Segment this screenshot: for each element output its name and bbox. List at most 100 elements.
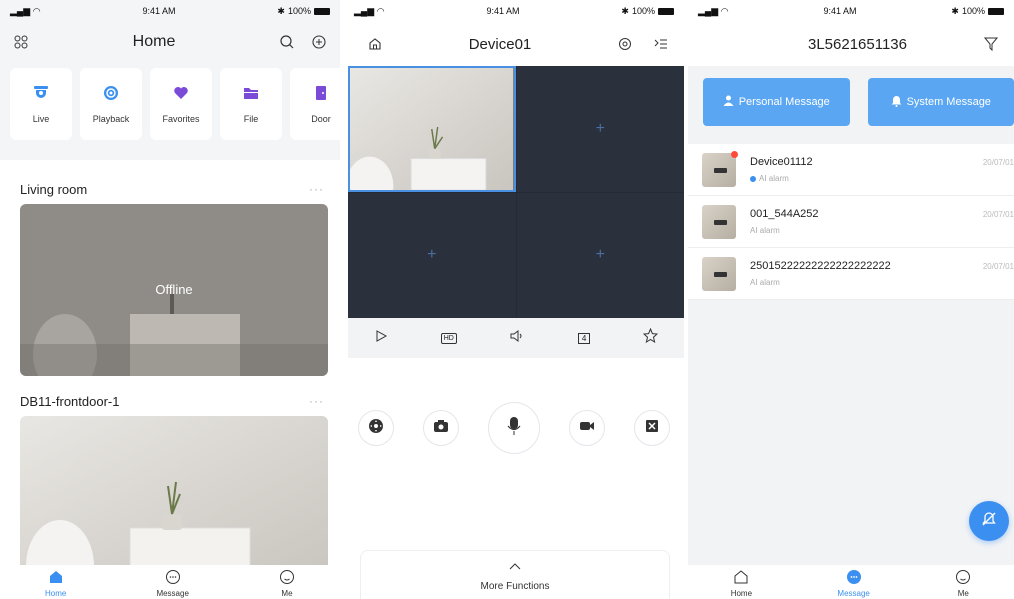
signal-icon: ▂▄▆ ◠: [10, 5, 41, 16]
video-cell-2[interactable]: +: [516, 66, 684, 192]
signal-icon: ▂▄▆ ◠: [698, 5, 729, 16]
playback-controls: HD 4: [348, 318, 684, 358]
home-header: Home: [0, 22, 340, 62]
battery-icon: [314, 7, 330, 15]
video-cell-1[interactable]: [348, 66, 516, 192]
message-icon: [165, 569, 181, 587]
bluetooth-icon: ✱: [277, 5, 285, 16]
bluetooth-icon: ✱: [951, 5, 959, 16]
device-list-icon[interactable]: [654, 37, 668, 51]
message-body: Personal Message System Message Device01…: [688, 66, 1014, 565]
tab-me[interactable]: Me: [279, 569, 295, 598]
list-item[interactable]: 25015222222222222222222 AI alarm 20/07/0…: [688, 248, 1014, 300]
offline-label: Offline: [155, 282, 193, 297]
talk-button[interactable]: [488, 402, 540, 454]
fullscreen-icon: [644, 418, 660, 439]
tab-message[interactable]: Message: [837, 569, 870, 598]
add-channel-icon[interactable]: +: [596, 246, 605, 264]
filter-icon[interactable]: [984, 37, 998, 51]
more-functions-label: More Functions: [480, 581, 550, 592]
person-icon: [723, 95, 734, 109]
record-button[interactable]: [569, 410, 605, 446]
quick-actions: Live Playback Favorites File Door: [0, 62, 340, 160]
quick-door[interactable]: Door: [290, 68, 340, 140]
tab-message[interactable]: Message: [156, 569, 189, 598]
hd-icon[interactable]: HD: [440, 332, 457, 344]
microphone-icon: [507, 416, 521, 441]
quick-playback[interactable]: Playback: [80, 68, 142, 140]
camera-preview-frontdoor[interactable]: [20, 416, 328, 576]
home-screen: ▂▄▆ ◠ 9:41 AM ✱100% Home Live Playback: [0, 0, 340, 599]
me-icon: [955, 569, 971, 587]
group-header-frontdoor: DB11-frontdoor-1 ···: [20, 393, 324, 409]
message-screen: ▂▄▆ ◠ 9:41 AM ✱ 100% 3L5621651136 Persona…: [688, 0, 1014, 599]
bell-off-icon: [981, 511, 997, 532]
search-icon[interactable]: [280, 35, 294, 49]
more-icon[interactable]: ···: [309, 182, 324, 196]
tab-home[interactable]: Home: [731, 569, 752, 598]
door-icon: [313, 85, 329, 106]
signal-icon: ▂▄▆ ◠: [354, 5, 385, 16]
account-title: 3L5621651136: [808, 35, 907, 53]
video-cell-3[interactable]: +: [348, 192, 516, 318]
battery-text: 100%: [287, 6, 311, 16]
ptz-icon: [368, 418, 384, 439]
status-bar: ▂▄▆ ◠ 9:41 AM ✱ 100%: [688, 0, 1014, 22]
star-icon[interactable]: [642, 327, 658, 348]
live-header: Device01: [344, 22, 684, 66]
add-channel-icon[interactable]: +: [427, 246, 436, 264]
camera-snapshot: [20, 416, 328, 576]
alarm-icon: [750, 175, 756, 182]
snapshot-button[interactable]: [423, 410, 459, 446]
ptz-button[interactable]: [358, 410, 394, 446]
bell-icon: [891, 95, 902, 110]
quick-favorites[interactable]: Favorites: [150, 68, 212, 140]
home-icon: [48, 569, 64, 587]
playback-icon: [103, 85, 119, 106]
device-thumbnail: [702, 150, 738, 187]
grid-menu-icon[interactable]: [14, 35, 28, 49]
list-item[interactable]: 001_544A252 AI alarm 20/07/01: [688, 196, 1014, 248]
status-time: 9:41 AM: [823, 6, 857, 16]
group-header-living-room: Living room ···: [20, 181, 324, 197]
device-title: Device01: [468, 35, 532, 53]
bottom-tab-bar: Home Message Me: [0, 565, 340, 599]
play-icon[interactable]: [374, 329, 388, 348]
list-item[interactable]: Device01112 AI alarm 20/07/01: [688, 144, 1014, 196]
message-icon: [846, 569, 862, 587]
status-time: 9:41 AM: [486, 6, 520, 16]
tab-home[interactable]: Home: [45, 569, 66, 598]
fullscreen-button[interactable]: [634, 410, 670, 446]
add-channel-icon[interactable]: +: [596, 120, 605, 138]
camera-icon: [33, 85, 49, 106]
device-thumbnail: [702, 256, 736, 291]
video-cell-4[interactable]: +: [516, 192, 684, 318]
bluetooth-icon: ✱: [621, 5, 629, 16]
message-header: 3L5621651136: [688, 22, 1014, 66]
video-grid: + + +: [348, 66, 684, 318]
system-message-button[interactable]: System Message: [867, 78, 1014, 126]
split-icon[interactable]: 4: [577, 332, 591, 344]
tab-me[interactable]: Me: [955, 569, 971, 598]
message-type-buttons: Personal Message System Message: [688, 66, 1014, 126]
device-thumbnail: [702, 204, 736, 239]
more-functions-panel[interactable]: More Functions: [360, 550, 670, 599]
quick-file[interactable]: File: [220, 68, 282, 140]
volume-icon[interactable]: [509, 329, 525, 348]
status-bar: ▂▄▆ ◠ 9:41 AM ✱ 100%: [0, 0, 340, 22]
settings-icon[interactable]: [618, 37, 632, 51]
page-title: Home: [132, 33, 176, 50]
home-icon[interactable]: [368, 37, 382, 51]
add-device-icon[interactable]: [312, 35, 326, 49]
quick-live[interactable]: Live: [10, 68, 72, 140]
more-icon[interactable]: ···: [309, 394, 324, 408]
folder-icon: [243, 85, 259, 106]
message-list: Device01112 AI alarm 20/07/01 001_544A25…: [688, 144, 1014, 300]
camera-preview-living-room[interactable]: Offline: [20, 204, 328, 376]
snapshot-icon: [433, 419, 449, 438]
record-icon: [579, 419, 595, 437]
status-bar: ▂▄▆ ◠ 9:41 AM ✱ 100%: [344, 0, 684, 22]
personal-message-button[interactable]: Personal Message: [703, 78, 850, 126]
alarm-settings-button[interactable]: [969, 501, 1009, 541]
unread-dot: [731, 150, 738, 158]
